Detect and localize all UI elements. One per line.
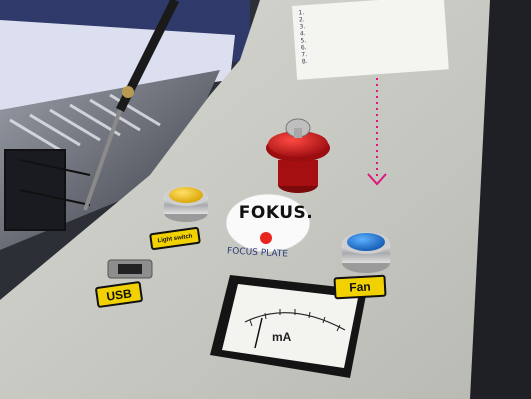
focus-disc-text: FOKUS. [238,203,314,223]
estop-body [278,160,318,186]
focus-dot [260,232,272,244]
strut-joint [122,86,134,98]
instruction-note: 1. 2. 3. 4. 5. 6. 7. 8. [292,0,449,80]
scene-graphics [0,0,531,399]
light-switch-button[interactable] [169,187,203,203]
laser-cutter-panel-photo: 1. 2. 3. 4. 5. 6. 7. 8. Light switch USB… [0,0,531,399]
fan-label: Fan [333,274,387,300]
usb-port[interactable] [118,264,142,274]
fan-button[interactable] [347,233,385,251]
ammeter-unit: mA [272,330,292,344]
